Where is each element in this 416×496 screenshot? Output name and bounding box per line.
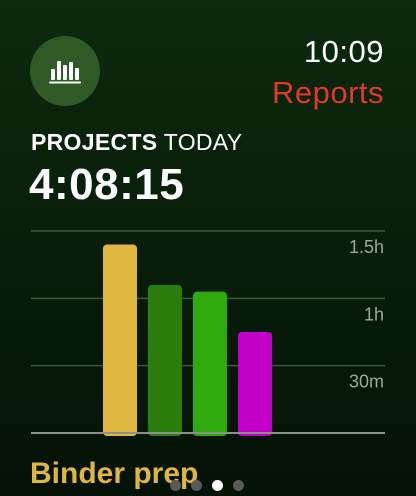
chart-bar xyxy=(193,291,227,436)
y-tick-label: 30m xyxy=(349,372,384,392)
page-indicator xyxy=(170,480,244,491)
chart-bar xyxy=(148,284,182,436)
chart-bar xyxy=(238,332,272,436)
projects-bar-chart[interactable]: 30m 1h 1.5h xyxy=(0,0,416,440)
y-tick-label: 1.5h xyxy=(349,237,384,257)
y-tick-label: 1h xyxy=(364,304,384,324)
page-dot xyxy=(170,480,181,491)
page-dot xyxy=(191,480,202,491)
page-dot xyxy=(212,480,223,491)
page-dot xyxy=(233,480,244,491)
chart-bar xyxy=(103,244,137,436)
